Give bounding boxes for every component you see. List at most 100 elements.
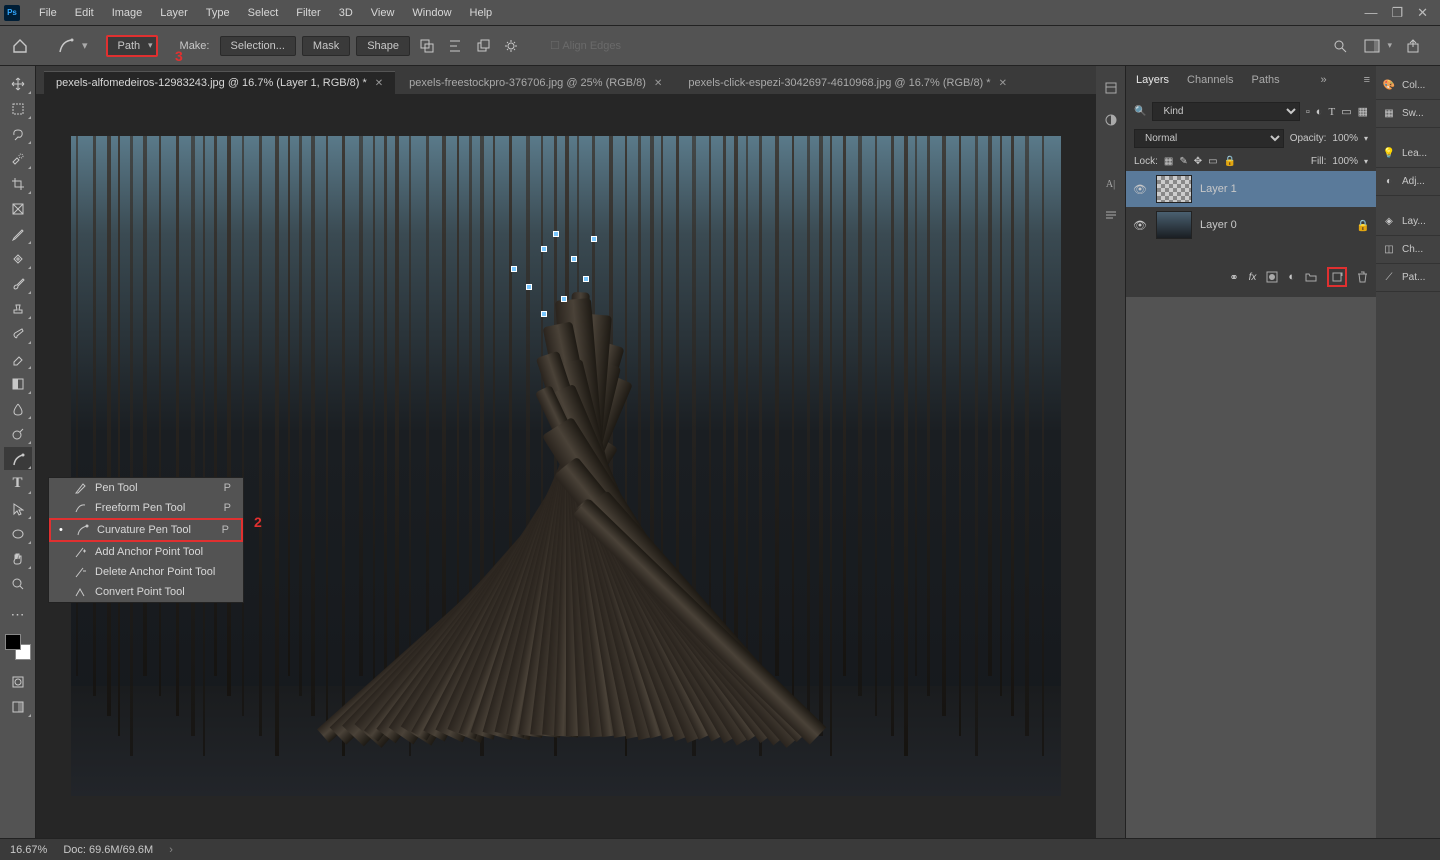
- layer-filter-kind[interactable]: Kind: [1152, 102, 1299, 121]
- share-icon[interactable]: [1402, 35, 1424, 57]
- restore-icon[interactable]: ❐: [1391, 5, 1403, 21]
- hand-tool[interactable]: [4, 547, 32, 570]
- layer-row-0[interactable]: 👁 Layer 0 🔒: [1126, 207, 1376, 243]
- path-alignment-icon[interactable]: [444, 35, 466, 57]
- swatches-panel-tab[interactable]: ▦Sw...: [1376, 100, 1440, 128]
- doc-tab-3[interactable]: pexels-click-espezi-3042697-4610968.jpg …: [676, 72, 1019, 94]
- canvas-viewport[interactable]: [36, 94, 1096, 838]
- doc-tab-2[interactable]: pexels-freestockpro-376706.jpg @ 25% (RG…: [397, 72, 674, 94]
- opacity-value[interactable]: 100%: [1332, 133, 1358, 144]
- lock-all-icon[interactable]: 🔒: [1224, 156, 1236, 167]
- learn-panel-tab[interactable]: 💡Lea...: [1376, 140, 1440, 168]
- lock-paint-icon[interactable]: ✎: [1179, 156, 1187, 167]
- blend-mode-select[interactable]: Normal: [1134, 129, 1284, 148]
- menu-image[interactable]: Image: [103, 0, 152, 26]
- panel-collapse-icon[interactable]: »: [1321, 74, 1327, 86]
- zoom-tool[interactable]: [4, 572, 32, 595]
- flyout-curvature-pen[interactable]: •Curvature Pen ToolP: [49, 518, 243, 542]
- screenmode-icon[interactable]: [4, 695, 32, 718]
- close-icon[interactable]: ✕: [999, 78, 1007, 89]
- flyout-add-anchor[interactable]: Add Anchor Point Tool: [49, 542, 243, 562]
- layer-name[interactable]: Layer 1: [1200, 183, 1237, 195]
- filter-shape-icon[interactable]: ▭: [1341, 105, 1351, 118]
- lock-pos-icon[interactable]: ✥: [1194, 156, 1202, 167]
- menu-layer[interactable]: Layer: [151, 0, 197, 26]
- brush-tool[interactable]: [4, 272, 32, 295]
- doc-tab-1[interactable]: pexels-alfomedeiros-12983243.jpg @ 16.7%…: [44, 71, 395, 94]
- shape-tool[interactable]: [4, 522, 32, 545]
- make-selection-button[interactable]: Selection...: [220, 36, 296, 56]
- filter-smart-icon[interactable]: ▦: [1358, 105, 1368, 118]
- layers-panel-tab[interactable]: ◈Lay...: [1376, 208, 1440, 236]
- menu-type[interactable]: Type: [197, 0, 239, 26]
- panel-menu-icon[interactable]: ≡: [1364, 74, 1370, 86]
- fill-value[interactable]: 100%: [1332, 156, 1358, 167]
- mask-icon[interactable]: [1266, 271, 1278, 283]
- current-tool-icon[interactable]: [54, 34, 78, 58]
- menu-view[interactable]: View: [362, 0, 404, 26]
- flyout-convert-point[interactable]: Convert Point Tool: [49, 582, 243, 602]
- path-select-tool[interactable]: [4, 497, 32, 520]
- fx-icon[interactable]: fx: [1249, 272, 1257, 283]
- lasso-tool[interactable]: [4, 122, 32, 145]
- path-operations-icon[interactable]: [416, 35, 438, 57]
- gradient-tool[interactable]: [4, 372, 32, 395]
- workspace-icon[interactable]: [1361, 35, 1383, 57]
- canvas[interactable]: [71, 136, 1061, 796]
- layer-name[interactable]: Layer 0: [1200, 219, 1237, 231]
- make-shape-button[interactable]: Shape: [356, 36, 410, 56]
- layer-thumbnail[interactable]: [1156, 211, 1192, 239]
- path-arrangement-icon[interactable]: [472, 35, 494, 57]
- healing-tool[interactable]: [4, 247, 32, 270]
- color-panel-tab[interactable]: 🎨Col...: [1376, 72, 1440, 100]
- menu-help[interactable]: Help: [461, 0, 502, 26]
- quick-select-tool[interactable]: [4, 147, 32, 170]
- marquee-tool[interactable]: [4, 97, 32, 120]
- visibility-icon[interactable]: 👁: [1132, 183, 1148, 196]
- frame-tool[interactable]: [4, 197, 32, 220]
- layer-row-1[interactable]: 👁 Layer 1: [1126, 171, 1376, 207]
- adjustments-panel-tab[interactable]: ◐Adj...: [1376, 168, 1440, 196]
- menu-file[interactable]: File: [30, 0, 66, 26]
- new-layer-icon[interactable]: [1327, 267, 1347, 287]
- doc-info[interactable]: Doc: 69.6M/69.6M: [63, 844, 153, 856]
- menu-filter[interactable]: Filter: [287, 0, 329, 26]
- close-icon[interactable]: ✕: [1417, 5, 1428, 21]
- close-icon[interactable]: ✕: [654, 78, 662, 89]
- layer-thumbnail[interactable]: [1156, 175, 1192, 203]
- adjust-layer-icon[interactable]: ◐: [1288, 271, 1295, 283]
- tab-paths[interactable]: Paths: [1248, 68, 1284, 92]
- paths-panel-tab[interactable]: ⟋Pat...: [1376, 264, 1440, 292]
- group-icon[interactable]: [1305, 272, 1317, 282]
- tab-channels[interactable]: Channels: [1183, 68, 1237, 92]
- lock-artboard-icon[interactable]: ▭: [1208, 156, 1217, 167]
- flyout-pen-tool[interactable]: Pen ToolP: [49, 478, 243, 498]
- tab-layers[interactable]: Layers: [1132, 68, 1173, 92]
- blur-tool[interactable]: [4, 397, 32, 420]
- properties-icon[interactable]: [1101, 78, 1121, 98]
- color-swatches[interactable]: [5, 634, 31, 660]
- filter-pixel-icon[interactable]: ▫: [1306, 106, 1310, 118]
- filter-adjust-icon[interactable]: ◐: [1316, 106, 1323, 118]
- paragraph-icon[interactable]: [1101, 206, 1121, 226]
- menu-select[interactable]: Select: [239, 0, 288, 26]
- lock-trans-icon[interactable]: ▦: [1164, 156, 1173, 167]
- stamp-tool[interactable]: [4, 297, 32, 320]
- visibility-icon[interactable]: 👁: [1132, 219, 1148, 232]
- channels-panel-tab[interactable]: ◫Ch...: [1376, 236, 1440, 264]
- minimize-icon[interactable]: —: [1364, 5, 1377, 21]
- make-mask-button[interactable]: Mask: [302, 36, 350, 56]
- delete-layer-icon[interactable]: [1357, 271, 1368, 283]
- home-icon[interactable]: [8, 34, 32, 58]
- edit-toolbar-icon[interactable]: ⋯: [4, 603, 32, 626]
- close-icon[interactable]: ✕: [375, 78, 383, 89]
- zoom-level[interactable]: 16.67%: [10, 844, 47, 856]
- gear-icon[interactable]: [500, 35, 522, 57]
- tool-mode-dropdown[interactable]: Path ▾: [106, 35, 158, 57]
- flyout-freeform-pen[interactable]: Freeform Pen ToolP: [49, 498, 243, 518]
- crop-tool[interactable]: [4, 172, 32, 195]
- eraser-tool[interactable]: [4, 347, 32, 370]
- link-layers-icon[interactable]: ⚭: [1229, 271, 1238, 284]
- search-icon[interactable]: [1329, 35, 1351, 57]
- menu-3d[interactable]: 3D: [330, 0, 362, 26]
